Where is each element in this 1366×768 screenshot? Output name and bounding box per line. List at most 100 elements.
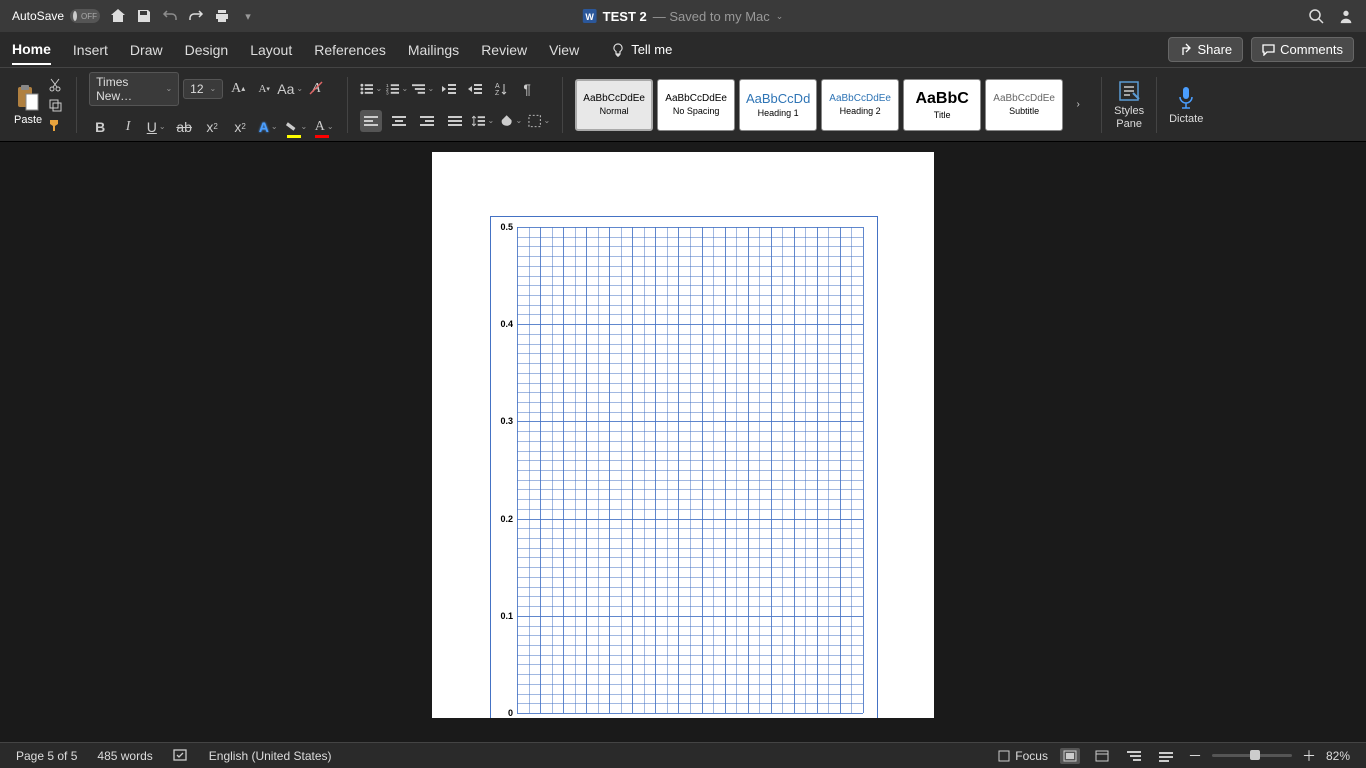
tab-home[interactable]: Home xyxy=(12,35,51,65)
autosave-toggle[interactable]: OFF xyxy=(70,9,100,23)
customize-toolbar-icon[interactable]: ▾ xyxy=(240,8,256,24)
autosave-control[interactable]: AutoSave OFF xyxy=(12,9,100,23)
chevron-down-icon[interactable]: ⌄ xyxy=(776,11,784,22)
style-preview: AaBbCcDdEe xyxy=(993,93,1055,104)
tab-mailings[interactable]: Mailings xyxy=(408,36,459,64)
tab-review[interactable]: Review xyxy=(481,36,527,64)
home-icon[interactable] xyxy=(110,8,126,24)
chart-object[interactable]: 00.10.20.30.40.50123456789101112131415 xyxy=(490,216,878,718)
align-left-icon[interactable] xyxy=(360,110,382,132)
dictate-button[interactable]: Dictate xyxy=(1169,85,1203,125)
style-preview: AaBbCcDdEe xyxy=(665,93,727,104)
autosave-state: OFF xyxy=(81,12,97,21)
title-bar: AutoSave OFF ▾ W TEST 2 — Saved to my Ma… xyxy=(0,0,1366,32)
spellcheck-icon[interactable] xyxy=(173,749,189,763)
svg-text:Z: Z xyxy=(495,90,500,96)
redo-icon[interactable] xyxy=(188,8,204,24)
font-size-dropdown[interactable]: 12⌄ xyxy=(183,79,223,99)
account-icon[interactable] xyxy=(1338,8,1354,24)
tell-me[interactable]: Tell me xyxy=(611,42,672,57)
web-layout-view-icon[interactable] xyxy=(1092,748,1112,764)
increase-indent-icon[interactable] xyxy=(464,78,486,100)
style-preview: AaBbCcDdEe xyxy=(583,93,645,104)
draft-view-icon[interactable] xyxy=(1156,748,1176,764)
clear-formatting-icon[interactable]: A xyxy=(305,78,327,100)
bold-icon[interactable]: B xyxy=(89,116,111,138)
document-title[interactable]: W TEST 2 — Saved to my Mac ⌄ xyxy=(583,9,784,24)
strikethrough-icon[interactable]: ab xyxy=(173,116,195,138)
tab-references[interactable]: References xyxy=(314,36,386,64)
font-color-icon[interactable]: A⌄ xyxy=(313,116,335,138)
word-doc-icon: W xyxy=(583,9,597,23)
undo-icon[interactable] xyxy=(162,8,178,24)
status-bar: Page 5 of 5 485 words English (United St… xyxy=(0,742,1366,768)
styles-pane-button[interactable]: StylesPane xyxy=(1114,79,1144,129)
styles-more-icon[interactable]: › xyxy=(1067,94,1089,116)
outline-view-icon[interactable] xyxy=(1124,748,1144,764)
microphone-icon xyxy=(1176,85,1196,111)
shading-icon[interactable]: ⌄ xyxy=(500,110,522,132)
style-normal[interactable]: AaBbCcDdEeNormal xyxy=(575,79,653,131)
zoom-value[interactable]: 82% xyxy=(1326,749,1350,763)
tab-view[interactable]: View xyxy=(549,36,579,64)
save-icon[interactable] xyxy=(136,8,152,24)
style-heading-1[interactable]: AaBbCcDdHeading 1 xyxy=(739,79,817,131)
underline-icon[interactable]: U⌄ xyxy=(145,116,167,138)
bullets-icon[interactable]: ⌄ xyxy=(360,78,382,100)
tab-layout[interactable]: Layout xyxy=(250,36,292,64)
show-marks-icon[interactable]: ¶ xyxy=(516,78,538,100)
print-icon[interactable] xyxy=(214,8,230,24)
cut-icon[interactable] xyxy=(46,78,64,92)
document-canvas[interactable]: 00.10.20.30.40.50123456789101112131415 xyxy=(0,142,1366,718)
font-name-dropdown[interactable]: Times New…⌄ xyxy=(89,72,179,106)
italic-icon[interactable]: I xyxy=(117,116,139,138)
style-name: Subtitle xyxy=(1009,106,1039,116)
zoom-in-icon[interactable]: ＋ xyxy=(1302,746,1316,766)
highlight-icon[interactable]: ⌄ xyxy=(285,116,307,138)
multilevel-list-icon[interactable]: ⌄ xyxy=(412,78,434,100)
tab-design[interactable]: Design xyxy=(185,36,229,64)
tell-me-label: Tell me xyxy=(631,42,672,57)
align-right-icon[interactable] xyxy=(416,110,438,132)
numbering-icon[interactable]: 123⌄ xyxy=(386,78,408,100)
share-button[interactable]: Share xyxy=(1168,37,1243,62)
copy-icon[interactable] xyxy=(46,98,64,112)
style-title[interactable]: AaBbCTitle xyxy=(903,79,981,131)
decrease-font-icon[interactable]: A▾ xyxy=(253,78,275,100)
sort-icon[interactable]: AZ xyxy=(490,78,512,100)
page-indicator[interactable]: Page 5 of 5 xyxy=(16,749,77,763)
plot-area xyxy=(517,227,863,713)
subscript-icon[interactable]: x2 xyxy=(201,116,223,138)
dictate-label: Dictate xyxy=(1169,113,1203,125)
line-spacing-icon[interactable]: ⌄ xyxy=(472,110,494,132)
borders-icon[interactable]: ⌄ xyxy=(528,110,550,132)
zoom-out-icon[interactable]: － xyxy=(1188,746,1202,766)
styles-gallery: AaBbCcDdEeNormal AaBbCcDdEe No Spacing Aa… xyxy=(569,68,1095,141)
change-case-icon[interactable]: Aa⌄ xyxy=(279,78,301,100)
format-painter-icon[interactable] xyxy=(46,118,64,132)
focus-mode[interactable]: Focus xyxy=(998,749,1048,763)
comments-button[interactable]: Comments xyxy=(1251,37,1354,62)
paste-label: Paste xyxy=(14,114,42,126)
justify-icon[interactable] xyxy=(444,110,466,132)
style-name: Heading 1 xyxy=(758,108,799,118)
language-indicator[interactable]: English (United States) xyxy=(209,749,332,763)
superscript-icon[interactable]: x2 xyxy=(229,116,251,138)
lightbulb-icon xyxy=(611,43,625,57)
zoom-slider[interactable] xyxy=(1212,754,1292,757)
decrease-indent-icon[interactable] xyxy=(438,78,460,100)
print-layout-view-icon[interactable] xyxy=(1060,748,1080,764)
search-icon[interactable] xyxy=(1308,8,1324,24)
increase-font-icon[interactable]: A▴ xyxy=(227,78,249,100)
style-subtitle[interactable]: AaBbCcDdEe Subtitle xyxy=(985,79,1063,131)
tab-draw[interactable]: Draw xyxy=(130,36,163,64)
slider-thumb[interactable] xyxy=(1250,750,1260,760)
style-name: No Spacing xyxy=(673,106,720,116)
paste-button[interactable]: Paste xyxy=(14,84,42,126)
text-effects-icon[interactable]: A⌄ xyxy=(257,116,279,138)
style-no-spacing[interactable]: AaBbCcDdEe No Spacing xyxy=(657,79,735,131)
align-center-icon[interactable] xyxy=(388,110,410,132)
word-count[interactable]: 485 words xyxy=(97,749,152,763)
style-heading-2[interactable]: AaBbCcDdEeHeading 2 xyxy=(821,79,899,131)
tab-insert[interactable]: Insert xyxy=(73,36,108,64)
